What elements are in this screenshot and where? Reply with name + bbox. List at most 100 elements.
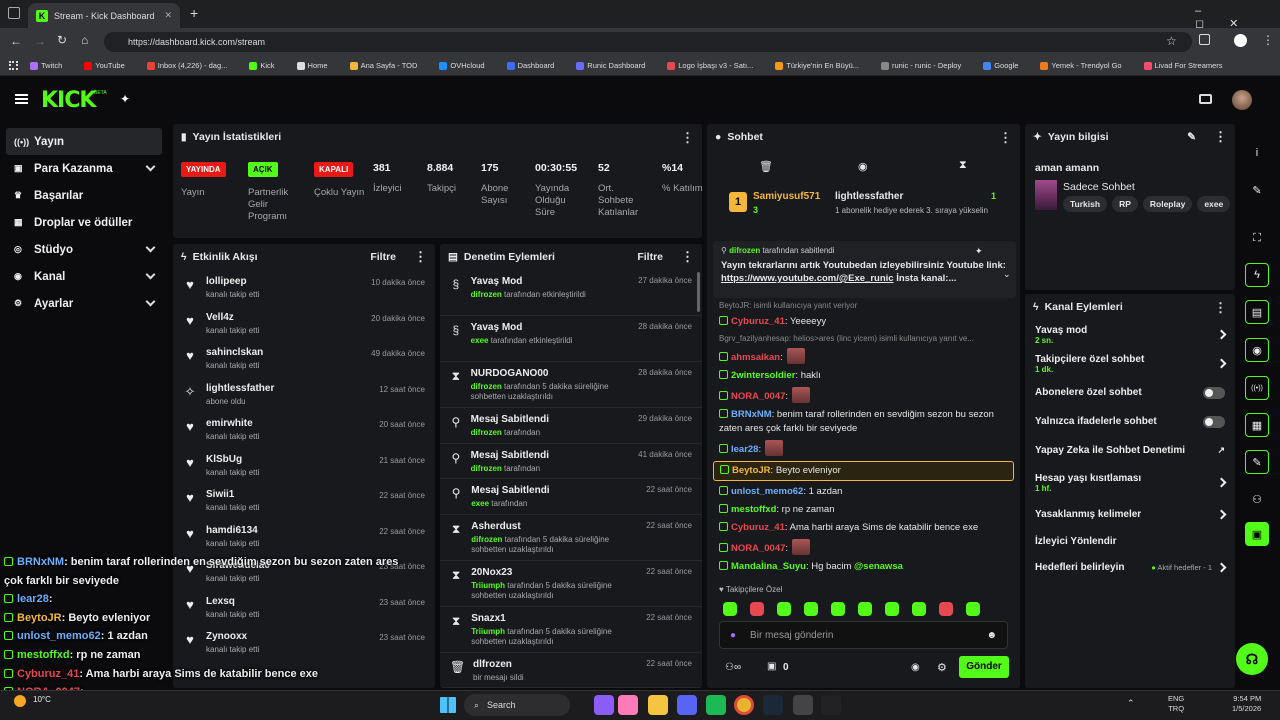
taskbar-obs-icon[interactable] bbox=[793, 695, 813, 715]
bookmark-item[interactable]: Inbox (4,226) - dag... bbox=[146, 61, 239, 70]
new-tab-icon[interactable]: + bbox=[190, 5, 198, 21]
moderation-row[interactable]: ⧗ Asherdust difrozen tarafından 5 dakika s… bbox=[440, 515, 702, 561]
moderation-filter-button[interactable]: Filtre bbox=[637, 251, 663, 263]
bookmark-item[interactable]: Google bbox=[983, 61, 1029, 70]
extensions-icon[interactable] bbox=[1199, 34, 1210, 45]
activity-row[interactable]: ♥ emirwhite kanalı takip etti 20 saat önce bbox=[173, 412, 435, 448]
emote-row[interactable] bbox=[723, 602, 993, 619]
moderator-name[interactable]: difrozen bbox=[471, 428, 502, 437]
chat-tab-trash-icon[interactable]: 🗑︎ bbox=[759, 160, 773, 173]
chat-username[interactable]: NORA_0047 bbox=[731, 543, 785, 554]
activity-row[interactable]: ♥ hamdi6134 kanalı takip etti 22 saat önce bbox=[173, 519, 435, 555]
rail-wrench-icon[interactable]: ✎ bbox=[1245, 450, 1269, 474]
rail-share-icon[interactable]: ⚇ bbox=[1245, 487, 1269, 511]
channel-action[interactable]: Takipçilere özel sohbet 1 dk. bbox=[1025, 349, 1235, 378]
taskbar-copilot-icon[interactable] bbox=[594, 695, 614, 715]
weather-icon[interactable] bbox=[14, 695, 26, 707]
tag-chip[interactable]: Roleplay bbox=[1142, 196, 1193, 212]
sidebar-item-yay-n[interactable]: ((•)) Yayın bbox=[6, 128, 162, 155]
chat-username[interactable]: BRNxNM bbox=[731, 409, 772, 420]
chat-menu-icon[interactable]: ⋮ bbox=[999, 131, 1012, 144]
moderation-scrollbar[interactable] bbox=[697, 272, 700, 312]
rail-fullscreen-icon[interactable]: ⛶ bbox=[1245, 226, 1269, 250]
user-avatar[interactable] bbox=[1232, 90, 1252, 110]
channel-action[interactable]: Hedefleri belirleyin ● Aktif hedefler - 1 bbox=[1025, 554, 1235, 581]
channel-action[interactable]: Yapay Zeka ile Sohbet Denetimi ↗ bbox=[1025, 436, 1235, 465]
chat-message[interactable]: NORA_0047: bbox=[707, 385, 1020, 406]
bookmark-item[interactable]: runic - runic - Deploy bbox=[881, 61, 972, 70]
chat-tab-bubble-icon[interactable]: ◉ bbox=[858, 160, 868, 173]
pin-tool-icon[interactable]: ✦ bbox=[120, 92, 130, 106]
activity-user[interactable]: Siwii1 bbox=[206, 489, 259, 500]
apps-grid-icon[interactable] bbox=[9, 61, 18, 70]
taskbar-search[interactable]: ⌕ Search bbox=[464, 694, 570, 716]
moderation-row[interactable]: ⚲ Mesaj Sabitlendi exee tarafından 22 saat … bbox=[440, 479, 702, 515]
activity-user[interactable]: lollipeep bbox=[206, 276, 259, 287]
moderator-name[interactable]: difrozen bbox=[471, 382, 502, 391]
stream-preview-icon[interactable] bbox=[1199, 94, 1212, 104]
activity-row[interactable]: ♥ Vell4z kanalı takip etti 20 dakika önce bbox=[173, 306, 435, 342]
start-icon[interactable] bbox=[440, 697, 456, 713]
tray-chevron-icon[interactable]: ⌃ bbox=[1127, 698, 1135, 709]
sidebar-item-para-kazanma[interactable]: ▣ Para Kazanma bbox=[0, 155, 168, 182]
points-icon[interactable]: ⚇∞ bbox=[725, 662, 741, 673]
send-button[interactable]: Gönder bbox=[959, 656, 1009, 678]
chat-input[interactable]: ● Bir mesaj gönderin ☻ bbox=[719, 621, 1008, 649]
bookmark-item[interactable]: Home bbox=[296, 61, 339, 70]
tab-search-icon[interactable] bbox=[8, 7, 20, 19]
moderation-row[interactable]: ⧗ 20Nox23 Triiumph tarafından 5 dakika sür… bbox=[440, 561, 702, 607]
moderation-row[interactable]: 🗑︎ dlfrozen bir mesajı sildi 22 saat önce bbox=[440, 653, 702, 688]
chat-message[interactable]: lear28: bbox=[707, 438, 1020, 459]
emote-icon[interactable] bbox=[750, 602, 764, 616]
stats-menu-icon[interactable]: ⋮ bbox=[681, 131, 694, 144]
sidebar-item-ba-ar-lar[interactable]: ♛ Başarılar bbox=[0, 182, 168, 209]
activity-user[interactable]: Vell4z bbox=[206, 312, 259, 323]
profile-icon[interactable] bbox=[1234, 34, 1247, 47]
chat-mention[interactable]: @senawsa bbox=[854, 561, 903, 572]
hamburger-menu-icon[interactable] bbox=[15, 94, 28, 104]
emote-icon[interactable] bbox=[966, 602, 980, 616]
moderator-name[interactable]: Triiumph bbox=[471, 627, 505, 636]
chat-username[interactable]: BeytoJR bbox=[732, 465, 771, 476]
pinned-message[interactable]: ⚲ difrozen tarafından sabitlendi Yayın t… bbox=[713, 241, 1016, 298]
moderator-name[interactable]: exee bbox=[471, 499, 489, 508]
rail-document-icon[interactable]: ▤ bbox=[1245, 300, 1269, 324]
bookmark-star-icon[interactable]: ☆ bbox=[1166, 34, 1177, 48]
chat-message[interactable]: Cyburuz_41: Ama harbi araya Sims de kata… bbox=[707, 519, 1020, 537]
chat-message[interactable]: Cyburuz_41: Yeeeeyy bbox=[707, 313, 1020, 331]
activity-filter-button[interactable]: Filtre bbox=[370, 251, 396, 263]
moderation-row[interactable]: ⧗ Snazx1 Triiumph tarafından 5 dakika süre… bbox=[440, 607, 702, 653]
activity-user[interactable]: KlSbUg bbox=[206, 454, 259, 465]
moderation-menu-icon[interactable]: ⋮ bbox=[681, 249, 694, 265]
sidebar-item-kanal[interactable]: ◉ Kanal bbox=[0, 263, 168, 290]
rail-broadcast-icon[interactable]: ((•)) bbox=[1245, 376, 1269, 400]
emote-icon[interactable] bbox=[939, 602, 953, 616]
activity-row[interactable]: ♥ KlSbUg kanalı takip etti 21 saat önce bbox=[173, 448, 435, 484]
toggle-switch[interactable] bbox=[1203, 386, 1225, 399]
chat-username[interactable]: Mandal̇ina_Suyu bbox=[731, 561, 806, 572]
moderation-row[interactable]: § Yavaş Mod difrozen tarafından etkinleşti… bbox=[440, 270, 702, 316]
chat-settings-bubble-icon[interactable]: ◉ bbox=[911, 662, 920, 673]
chat-message[interactable]: BeytoJR: Beyto evleniyor bbox=[713, 461, 1014, 481]
rail-info-icon[interactable]: i bbox=[1245, 141, 1269, 165]
channel-action[interactable]: Abonelere özel sohbet bbox=[1025, 378, 1235, 407]
taskbar-explorer-icon[interactable] bbox=[648, 695, 668, 715]
sidebar-item-st-dyo[interactable]: ◎ Stüdyo bbox=[0, 236, 168, 263]
chat-username[interactable]: ahmsaikan bbox=[731, 352, 780, 363]
kick-logo[interactable]: KICK bbox=[41, 88, 96, 113]
channel-action[interactable]: Yasaklanmış kelimeler bbox=[1025, 500, 1235, 529]
taskbar-epic-icon[interactable] bbox=[821, 695, 841, 715]
taskbar-spotify-icon[interactable] bbox=[706, 695, 726, 715]
bookmark-item[interactable]: Twitch bbox=[30, 61, 73, 70]
sidebar-item-droplar-ve-d-ller[interactable]: ▦ Droplar ve ödüller bbox=[0, 209, 168, 236]
moderation-row[interactable]: ⚲ Mesaj Sabitlendi difrozen tarafından 29 d… bbox=[440, 408, 702, 444]
toggle-switch[interactable] bbox=[1203, 415, 1225, 428]
chat-tab-hourglass-icon[interactable]: ⧗ bbox=[959, 159, 967, 172]
activity-user[interactable]: hamdi6134 bbox=[206, 525, 259, 536]
emote-icon[interactable] bbox=[831, 602, 845, 616]
reload-icon[interactable]: ↻ bbox=[57, 33, 67, 47]
bookmark-item[interactable]: Kick bbox=[249, 61, 285, 70]
chat-message[interactable]: BRNxNM: benim taraf rollerinden en sevdi… bbox=[707, 406, 1020, 438]
activity-row[interactable]: ✧ lightlessfather abone oldu 12 saat önce bbox=[173, 377, 435, 413]
chat-username[interactable]: mestoffxd bbox=[731, 504, 776, 515]
